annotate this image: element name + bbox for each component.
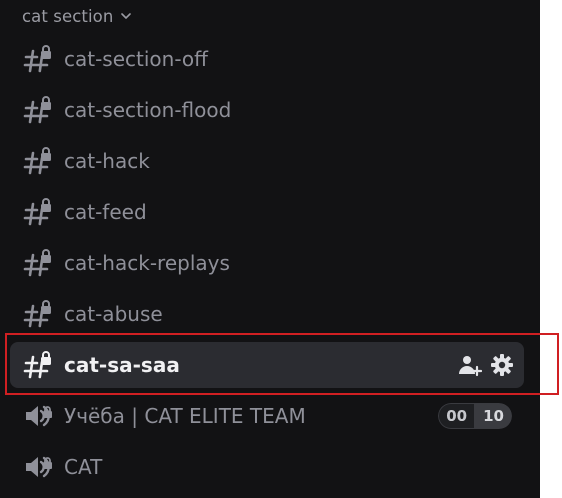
voice-user-counter: 00 10 <box>438 403 512 429</box>
channel-name: cat-section-flood <box>64 98 232 122</box>
channel-sidebar: cat section cat-section-off cat-section-… <box>0 0 540 498</box>
category-label: cat section <box>22 6 114 26</box>
channel-item-cat-sa-saa[interactable]: cat-sa-saa <box>10 342 524 388</box>
channel-name: Учёба | CAT ELITE TEAM <box>64 404 306 428</box>
channel-item-voice-ucheba[interactable]: Учёба | CAT ELITE TEAM 00 10 <box>10 393 524 439</box>
locked-hashtag-icon <box>23 146 53 176</box>
locked-hashtag-icon <box>23 248 53 278</box>
locked-voice-icon <box>23 401 53 431</box>
channel-name: cat-section-off <box>64 47 208 71</box>
channel-item-cat-abuse[interactable]: cat-abuse <box>10 291 524 337</box>
channel-name: cat-abuse <box>64 302 163 326</box>
channel-name: CAT <box>64 455 103 479</box>
locked-hashtag-icon <box>23 197 53 227</box>
voice-current-count: 00 <box>438 403 476 429</box>
voice-user-limit: 10 <box>475 403 512 429</box>
channel-name: cat-hack <box>64 149 150 173</box>
channel-item-cat-feed[interactable]: cat-feed <box>10 189 524 235</box>
channel-item-cat-section-off[interactable]: cat-section-off <box>10 36 524 82</box>
locked-hashtag-icon <box>23 350 53 380</box>
channel-actions <box>458 353 514 377</box>
locked-voice-icon <box>23 452 53 482</box>
invite-member-icon[interactable] <box>458 353 482 377</box>
category-header[interactable]: cat section <box>22 4 133 28</box>
channel-item-cat-hack[interactable]: cat-hack <box>10 138 524 184</box>
channel-name: cat-sa-saa <box>64 353 180 377</box>
channel-name: cat-hack-replays <box>64 251 230 275</box>
channel-name: cat-feed <box>64 200 147 224</box>
locked-hashtag-icon <box>23 299 53 329</box>
locked-hashtag-icon <box>23 95 53 125</box>
channel-item-cat-hack-replays[interactable]: cat-hack-replays <box>10 240 524 286</box>
channel-item-voice-cat[interactable]: CAT <box>10 444 524 490</box>
sidebar-edge <box>540 0 562 498</box>
chevron-down-icon <box>121 13 132 19</box>
gear-icon[interactable] <box>490 353 514 377</box>
locked-hashtag-icon <box>23 44 53 74</box>
channel-item-cat-section-flood[interactable]: cat-section-flood <box>10 87 524 133</box>
